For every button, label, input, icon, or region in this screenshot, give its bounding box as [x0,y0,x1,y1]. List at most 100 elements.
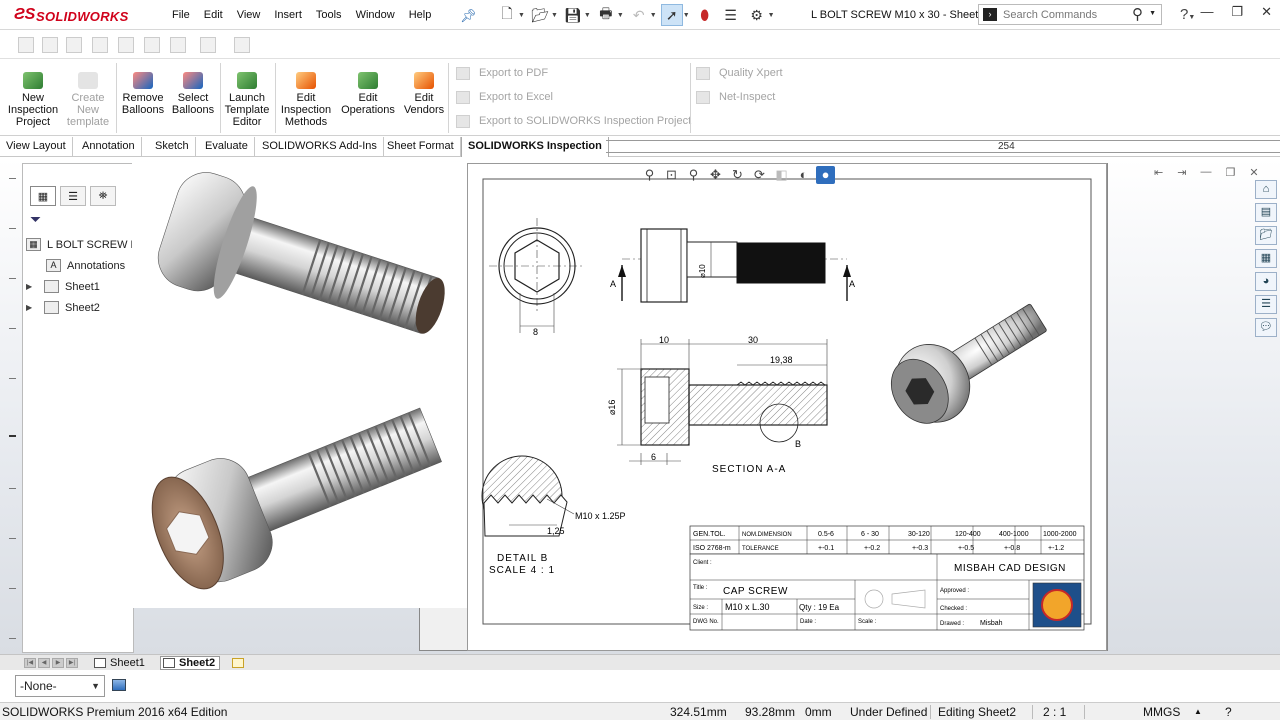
new-inspection-project-button[interactable]: New Inspection Project [6,72,60,128]
sheet-tab-sheet2[interactable]: Sheet2 [160,656,221,670]
remove-balloons-button[interactable]: Remove Balloons [120,72,166,116]
first-sheet-icon[interactable]: |◀ [24,658,36,668]
create-new-template-button[interactable]: Create New template [62,72,114,128]
toolbar-tool-icon[interactable] [118,37,134,53]
select-balloons-button[interactable]: Select Balloons [170,72,216,116]
export-excel-button[interactable]: Export to Excel [456,85,691,109]
menu-file[interactable]: File [165,9,197,21]
viewport-close-icon[interactable]: ✕ [1249,166,1258,179]
search-icon[interactable]: ⚲ [1132,5,1143,23]
help-icon[interactable]: ?▼ [1180,6,1195,23]
pan-icon[interactable]: ✥ [706,166,725,184]
zoom-in-out-icon[interactable]: ⚲ [684,166,703,184]
menu-window[interactable]: Window [349,9,402,21]
save-icon[interactable]: 💾︎ [562,4,584,26]
menu-insert[interactable]: Insert [267,9,309,21]
export-inspection-project-button[interactable]: Export to SOLIDWORKS Inspection Project [456,109,691,133]
close-icon[interactable]: ✕ [1261,4,1272,20]
toolbar-tool-icon[interactable] [18,37,34,53]
toolbar-tool-icon[interactable] [92,37,108,53]
appearance-icon[interactable]: ● [816,166,835,184]
open-icon[interactable]: 📂︎ [529,4,551,26]
tab-addins[interactable]: SOLIDWORKS Add-Ins [256,137,384,157]
net-inspect-button[interactable]: Net-Inspect [696,85,783,109]
design-library-icon[interactable]: ▤ [1255,203,1277,222]
display-style-icon[interactable]: ◧ [772,166,791,184]
file-explorer-icon[interactable]: 📁︎ [1255,226,1277,245]
previous-view-icon[interactable]: ⇤ [1154,166,1163,179]
select-cursor-icon[interactable]: ➚ [660,4,683,26]
tree-item-annotations[interactable]: A Annotations [26,255,140,276]
toolbar-tool-icon[interactable] [66,37,82,53]
tree-item-sheet2[interactable]: ▶ Sheet2 [26,297,140,318]
edit-vendors-button[interactable]: Edit Vendors [402,72,446,116]
traffic-light-icon[interactable]: ⬮ [694,4,716,26]
status-units[interactable]: MMGS [1143,705,1180,719]
add-sheet-button[interactable] [232,656,244,670]
chevron-down-icon[interactable]: ▼ [617,12,624,19]
toolbar-tool-icon[interactable] [200,37,216,53]
zoom-to-area-icon[interactable]: ⊡ [662,166,681,184]
tree-root[interactable]: ▦ L BOLT SCREW M [26,234,140,255]
status-scale[interactable]: 2 : 1 [1043,705,1066,719]
edit-inspection-methods-button[interactable]: Edit Inspection Methods [279,72,333,128]
undo-icon[interactable]: ↶ [628,4,650,26]
layer-properties-icon[interactable] [112,679,126,691]
chevron-down-icon[interactable]: ▼ [650,12,657,19]
next-sheet-icon[interactable]: ▶ [52,658,64,668]
expand-arrow-icon[interactable]: ▶ [26,303,36,312]
toolbar-tool-icon[interactable] [170,37,186,53]
chevron-down-icon[interactable]: ▼ [683,12,690,19]
restore-icon[interactable]: ❐ [1231,4,1243,20]
hide-show-icon[interactable]: ◐ [794,166,813,184]
expand-arrow-icon[interactable]: ▶ [26,282,36,291]
property-manager-tab-icon[interactable]: ☰ [60,186,86,206]
toolbar-tool-icon[interactable] [42,37,58,53]
new-document-icon[interactable]: 🗋 [496,4,518,26]
print-icon[interactable]: 🖶 [595,4,617,26]
tab-view-layout[interactable]: View Layout [0,137,73,157]
chevron-down-icon[interactable]: ▼ [584,12,591,19]
chevron-down-icon[interactable]: ▼ [551,12,558,19]
toolbar-tool-icon[interactable] [234,37,250,53]
minimize-icon[interactable]: — [1200,4,1213,20]
solidworks-logo[interactable]: ƧS SOLIDWORKS [6,4,144,26]
menu-edit[interactable]: Edit [197,9,230,21]
next-view-icon[interactable]: ⇥ [1177,166,1186,179]
tab-sketch[interactable]: Sketch [149,137,196,157]
tab-sheet-format[interactable]: Sheet Format [381,137,461,157]
options-gear-icon[interactable]: ⚙ [746,4,768,26]
viewport-restore-icon[interactable]: ❐ [1225,166,1235,179]
units-chevron-up-icon[interactable]: ▲ [1194,707,1202,716]
chevron-down-icon[interactable]: ▼ [1149,10,1156,17]
chevron-down-icon[interactable]: ▼ [518,12,525,19]
redraw-icon[interactable]: ⟳ [750,166,769,184]
view-palette-icon[interactable]: ▦ [1255,249,1277,268]
forum-icon[interactable]: 💬︎ [1255,318,1277,337]
menu-help[interactable]: Help [402,9,439,21]
launch-template-editor-button[interactable]: Launch Template Editor [224,72,270,128]
file-properties-icon[interactable]: ☰ [720,4,742,26]
home-icon[interactable]: ⌂ [1255,180,1277,199]
zoom-to-fit-icon[interactable]: ⚲ [640,166,659,184]
menu-view[interactable]: View [230,9,268,21]
edit-operations-button[interactable]: Edit Operations [340,72,396,116]
configuration-tab-icon[interactable]: ⛯ [90,186,116,206]
sheet-tab-sheet1[interactable]: Sheet1 [94,656,145,670]
appearances-icon[interactable]: ◕ [1255,272,1277,291]
last-sheet-icon[interactable]: ▶| [66,658,78,668]
feature-tree-tab-icon[interactable]: ▦ [30,186,56,206]
menu-tools[interactable]: Tools [309,9,349,21]
viewport-minimize-icon[interactable]: — [1200,166,1211,179]
help-status-icon[interactable]: ? [1225,705,1232,719]
filter-icon[interactable]: ⏷ [30,211,41,228]
prev-sheet-icon[interactable]: ◀ [38,658,50,668]
rotate-icon[interactable]: ↻ [728,166,747,184]
search-commands-input[interactable]: › Search Commands ⚲ ▼ [978,4,1162,25]
tab-annotation[interactable]: Annotation [76,137,142,157]
toolbar-tool-icon[interactable] [144,37,160,53]
quality-xpert-button[interactable]: Quality Xpert [696,61,783,85]
custom-properties-icon[interactable]: ☰ [1255,295,1277,314]
tab-solidworks-inspection[interactable]: SOLIDWORKS Inspection [461,137,609,157]
tab-evaluate[interactable]: Evaluate [199,137,255,157]
